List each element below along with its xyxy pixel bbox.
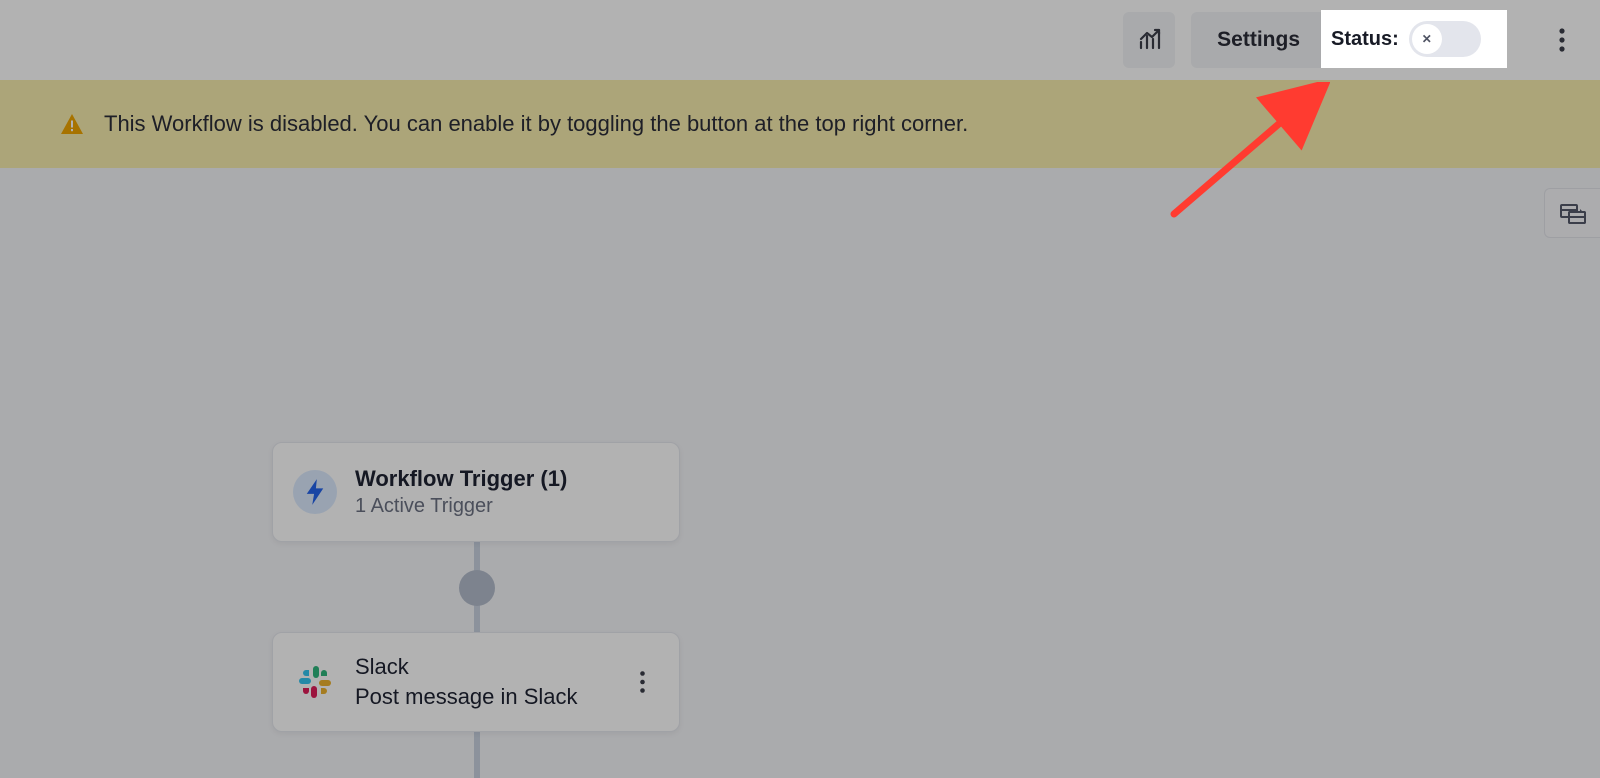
warning-icon (60, 113, 84, 135)
more-menu-button[interactable] (1544, 12, 1580, 68)
status-toggle[interactable] (1409, 21, 1481, 57)
action-description: Post message in Slack (355, 682, 578, 712)
action-app-name: Slack (355, 652, 578, 682)
stats-button[interactable] (1123, 12, 1175, 68)
lightning-icon (293, 470, 337, 514)
settings-button[interactable]: Settings (1191, 12, 1326, 68)
status-label: Status: (1331, 28, 1399, 51)
trigger-title: Workflow Trigger (1) (355, 465, 567, 494)
workflow-canvas: Workflow Trigger (1) 1 Active Trigger (0, 168, 1600, 778)
workflow-trigger-node[interactable]: Workflow Trigger (1) 1 Active Trigger (272, 442, 680, 542)
kebab-icon (1559, 28, 1565, 52)
workflow-action-node[interactable]: Slack Post message in Slack (272, 632, 680, 732)
slack-icon (293, 660, 337, 704)
action-texts: Slack Post message in Slack (355, 652, 578, 711)
toggle-knob (1412, 24, 1442, 54)
connector-add-node[interactable] (459, 570, 495, 606)
trigger-subtitle: 1 Active Trigger (355, 493, 567, 519)
drawer-toggle-button[interactable] (1544, 188, 1600, 238)
chart-icon (1137, 28, 1161, 52)
disabled-warning-banner: This Workflow is disabled. You can enabl… (0, 80, 1600, 168)
action-more-button[interactable] (627, 662, 657, 702)
banner-message: This Workflow is disabled. You can enabl… (104, 111, 968, 137)
drawer-icon (1560, 202, 1586, 224)
kebab-icon (640, 671, 645, 693)
settings-label: Settings (1217, 28, 1300, 52)
trigger-texts: Workflow Trigger (1) 1 Active Trigger (355, 465, 567, 520)
status-area: Status: (1321, 10, 1507, 68)
